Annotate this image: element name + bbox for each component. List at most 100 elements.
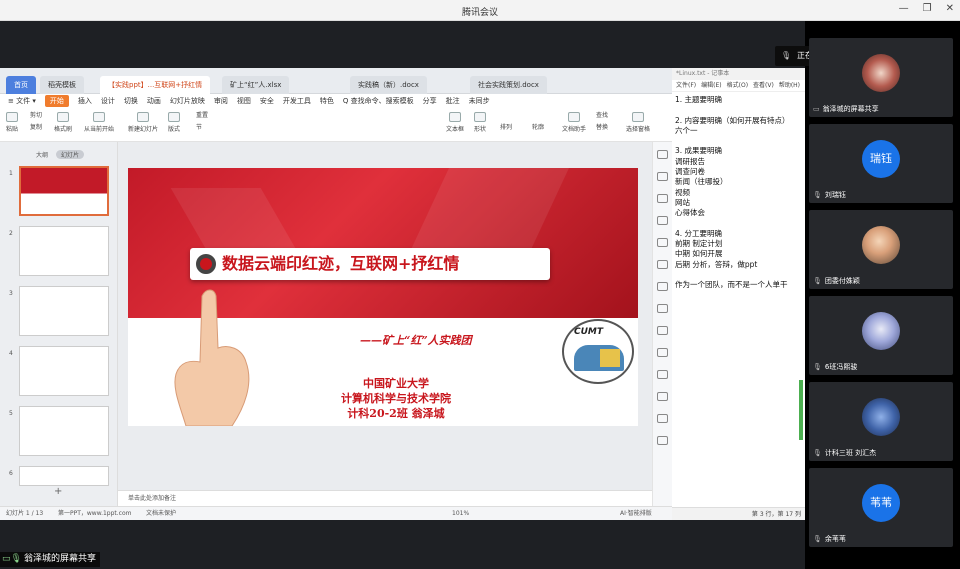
current-slide[interactable]: 数据云端印红迹，互联网+抒红情 ——矿上“红”人实践团 中国矿业大学 计算机科学… [128, 168, 638, 426]
find-button[interactable]: 查找 [596, 110, 608, 119]
textbox-button[interactable]: 文本框 [446, 112, 464, 133]
tab-xlsx[interactable]: 矿上“红”人.xlsx [222, 76, 290, 94]
ai-layout-button[interactable]: AI·智能排版 [620, 507, 652, 521]
participant-tile[interactable]: 瑞钰 🎙 刘瑞钰 [809, 124, 953, 203]
arrange-button[interactable]: 排列 [500, 122, 512, 131]
participant-tile[interactable]: ▭ 翁泽城的屏幕共享 [809, 38, 953, 117]
notepad-menu-view[interactable]: 查看(V) [753, 80, 774, 91]
settings-icon[interactable] [657, 392, 668, 401]
participant-tile[interactable]: 🎙 6班冯熙骏 [809, 296, 953, 375]
page-indicator: 幻灯片 1 / 13 [6, 510, 44, 517]
notes-field[interactable]: 单击此处添加备注 [118, 490, 652, 506]
format-painter-button[interactable]: 格式刷 [54, 112, 72, 133]
add-slide-icon[interactable]: + [54, 486, 62, 497]
participant-avatar: 苇苇 [862, 484, 900, 522]
zoom-level[interactable]: 101% [452, 507, 469, 521]
slides-tab[interactable]: 幻灯片 [56, 150, 85, 159]
slide-editor: 数据云端印红迹，互联网+抒红情 ——矿上“红”人实践团 中国矿业大学 计算机科学… [118, 142, 652, 506]
outline-button[interactable]: 轮廓 [532, 122, 544, 131]
section-button[interactable]: 节 [196, 122, 202, 131]
slide-thumbnail[interactable] [19, 226, 109, 276]
reset-button[interactable]: 重置 [196, 110, 208, 119]
chart-icon[interactable] [657, 260, 668, 269]
menu-file[interactable]: ≡ 文件 ▾ [8, 96, 36, 106]
slide-thumbnail[interactable] [19, 286, 109, 336]
app-titlebar: 腾讯会议 — ❐ ✕ [0, 0, 960, 21]
menu-review[interactable]: 审阅 [214, 96, 228, 106]
notepad-menu-format[interactable]: 格式(O) [727, 80, 748, 91]
school-line: 中国矿业大学 [363, 377, 429, 390]
menu-design[interactable]: 设计 [101, 96, 115, 106]
sync-status[interactable]: 未同步 [469, 96, 490, 106]
comment-button[interactable]: 批注 [446, 96, 460, 106]
table-icon[interactable] [657, 326, 668, 335]
shape-button[interactable]: 形状 [474, 112, 486, 133]
paste-button[interactable]: 粘贴 [6, 112, 18, 133]
slide-thumbnail[interactable] [19, 166, 109, 216]
outline-tab[interactable]: 大纲 [36, 150, 48, 159]
shape-icon[interactable] [657, 194, 668, 203]
brush-icon[interactable] [657, 216, 668, 225]
share-button[interactable]: 分享 [423, 96, 437, 106]
replace-button[interactable]: 替换 [596, 122, 608, 131]
menu-start[interactable]: 开始 [44, 95, 69, 107]
close-button[interactable]: ✕ [946, 3, 954, 14]
edit-icon[interactable] [657, 436, 668, 445]
menu-animation[interactable]: 动画 [147, 96, 161, 106]
participant-avatar [862, 398, 900, 436]
doc-assistant-button[interactable]: 文档助手 [562, 112, 586, 133]
notepad-text-area[interactable]: 1. 主题要明确 2. 内容要明确（如何开展有特点） 六个一 3. 成果要明确 调… [672, 92, 805, 291]
thumb-number: 3 [9, 290, 13, 297]
participant-name: 计科三班 刘汇杰 [824, 449, 877, 457]
scroll-edge-indicator[interactable] [799, 380, 803, 440]
maximize-button[interactable]: ❐ [923, 3, 932, 14]
menu-insert[interactable]: 插入 [78, 96, 92, 106]
participant-avatar [862, 54, 900, 92]
menu-developer[interactable]: 开发工具 [283, 96, 311, 106]
tab-ppt[interactable]: 【实践ppt】...互联网+抒红情 [100, 76, 211, 94]
notepad-menu-edit[interactable]: 编辑(E) [701, 80, 721, 91]
menu-transition[interactable]: 切换 [124, 96, 138, 106]
layout-button[interactable]: 版式 [168, 112, 180, 133]
menu-slideshow[interactable]: 幻灯片放映 [170, 96, 205, 106]
notepad-menu-file[interactable]: 文件(F) [676, 80, 696, 91]
tab-doc-plan[interactable]: 社会实践策划.docx [470, 76, 547, 94]
cut-button[interactable]: 剪切 [30, 110, 42, 119]
slide-title: 数据云端印红迹，互联网+抒红情 [222, 254, 460, 273]
tab-docer[interactable]: 稻壳模板 [40, 76, 84, 94]
target-icon [196, 254, 216, 274]
selection-pane-button[interactable]: 选择窗格 [626, 112, 650, 133]
slide-thumbnail[interactable] [19, 346, 109, 396]
image-icon[interactable] [657, 282, 668, 291]
wps-menu-bar: ≡ 文件 ▾ 开始 插入 设计 切换 动画 幻灯片放映 审阅 视图 安全 开发工… [0, 94, 672, 108]
grid-icon[interactable] [657, 238, 668, 247]
participant-tile[interactable]: 🎙 计科三班 刘汇杰 [809, 382, 953, 461]
audio-icon[interactable] [657, 370, 668, 379]
layers-icon[interactable] [657, 348, 668, 357]
protect-status[interactable]: 文档未保护 [146, 507, 176, 521]
tab-home[interactable]: 首页 [6, 76, 36, 94]
help-icon[interactable] [657, 414, 668, 423]
search-command[interactable]: Q 查找命令、搜索模板 [343, 96, 414, 106]
slide-thumbnail[interactable] [19, 406, 109, 456]
minimize-button[interactable]: — [899, 3, 909, 14]
play-from-current-button[interactable]: 从当前开始 [84, 112, 114, 133]
textbox-icon [449, 112, 461, 122]
participant-name: 余苇苇 [824, 535, 846, 543]
participant-avatar: 瑞钰 [862, 140, 900, 178]
slide-thumbnail[interactable] [19, 466, 109, 486]
tab-doc-practice[interactable]: 实践稿（新）.docx [350, 76, 427, 94]
new-slide-button[interactable]: 新建幻灯片 [128, 112, 158, 133]
property-icon[interactable] [657, 150, 668, 159]
participant-tile[interactable]: 🎙 团委付姝颖 [809, 210, 953, 289]
menu-features[interactable]: 特色 [320, 96, 334, 106]
menu-view[interactable]: 视图 [237, 96, 251, 106]
menu-security[interactable]: 安全 [260, 96, 274, 106]
notepad-menu-help[interactable]: 帮助(H) [779, 80, 800, 91]
notepad-menu: 文件(F) 编辑(E) 格式(O) 查看(V) 帮助(H) [672, 80, 805, 92]
arrow-icon[interactable] [657, 172, 668, 181]
brush-icon [57, 112, 69, 122]
copy-icon[interactable] [657, 304, 668, 313]
copy-button[interactable]: 复制 [30, 122, 42, 131]
participant-tile[interactable]: 苇苇 🎙 余苇苇 [809, 468, 953, 547]
